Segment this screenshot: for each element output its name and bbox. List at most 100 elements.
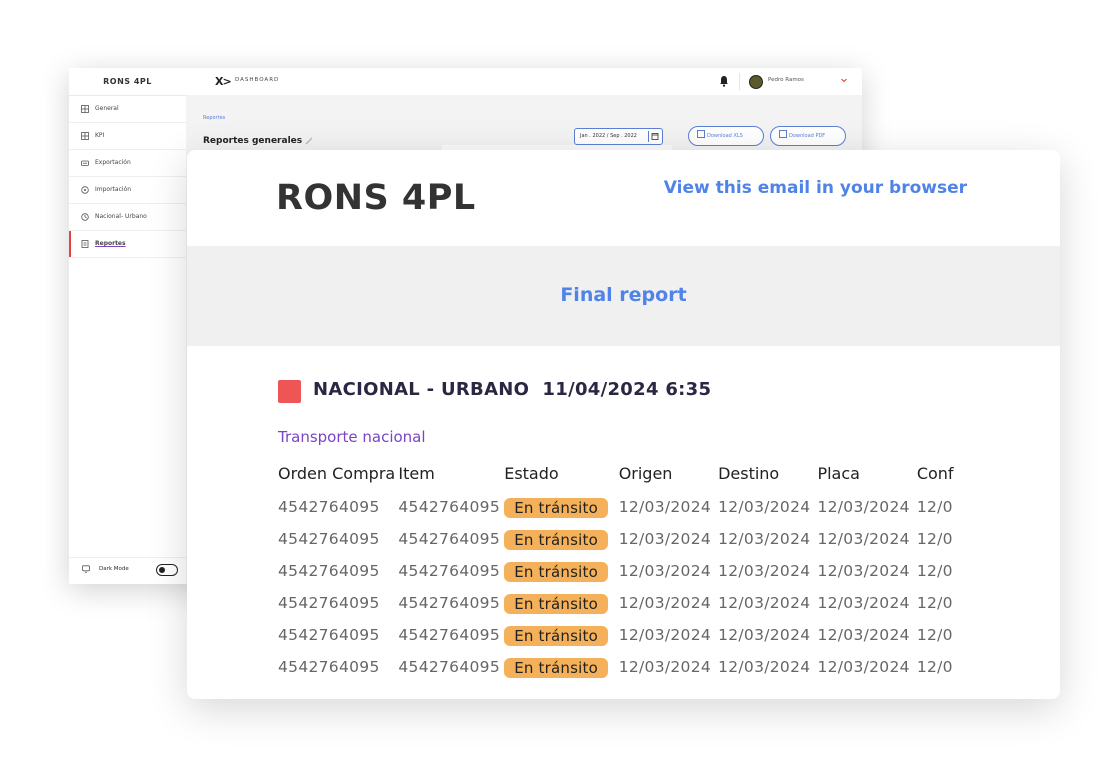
sidebar-item-nacional-urbano[interactable]: Nacional- Urbano (69, 204, 186, 231)
conf-cell: 12/0 (916, 658, 953, 676)
avatar[interactable] (749, 75, 763, 89)
status-badge: En tránsito (504, 658, 608, 678)
column-header: Placa (817, 464, 860, 483)
dark-mode-label: Dark Mode (99, 566, 129, 572)
date-range-value: Jan . 2022 / Sep . 2022 (580, 133, 637, 139)
status-badge: En tránsito (504, 626, 608, 646)
import-icon (81, 186, 89, 194)
section-title: NACIONAL - URBANO 11/04/2024 6:35 (313, 379, 711, 400)
report-title: Final report (560, 284, 687, 306)
origen-cell: 12/03/2024 (618, 594, 712, 612)
conf-cell: 12/0 (916, 498, 953, 516)
sidebar-item-general[interactable]: General (69, 96, 186, 123)
date-range-picker[interactable]: Jan . 2022 / Sep . 2022 (574, 128, 663, 145)
calendar-icon[interactable] (648, 131, 660, 142)
chevron-down-icon[interactable] (840, 76, 848, 84)
sidebar-item-label: Importación (95, 186, 132, 193)
section-name: NACIONAL - URBANO (313, 379, 530, 400)
conf-cell: 12/0 (916, 594, 953, 612)
table-row: 4542764095 4542764095 En tránsito 12/03/… (278, 498, 969, 530)
top-bar: X> DASHBOARD Pedro Ramos (186, 68, 862, 96)
clock-icon (81, 213, 89, 221)
column-header: Origen (618, 464, 673, 483)
conf-cell: 12/0 (916, 626, 953, 644)
origen-cell: 12/03/2024 (618, 562, 712, 580)
orden-cell: 4542764095 (278, 530, 380, 548)
email-brand: RONS 4PL (276, 178, 476, 218)
email-card: RONS 4PL View this email in your browser… (187, 150, 1060, 699)
breadcrumb[interactable]: Reportes (203, 115, 225, 121)
download-xls-label: Download XLS (707, 133, 743, 139)
estado-cell: En tránsito (504, 658, 618, 690)
item-cell: 4542764095 (398, 530, 500, 548)
sidebar-item-reportes[interactable]: Reportes (69, 231, 186, 258)
placa-cell: 12/03/2024 (817, 594, 910, 612)
section-subtitle: Transporte nacional (278, 428, 426, 446)
sidebar-item-label: General (95, 105, 119, 112)
divider (739, 73, 740, 90)
sidebar-item-label: KPI (95, 132, 105, 139)
view-in-browser-link[interactable]: View this email in your browser (664, 178, 967, 198)
sidebar-brand: RONS 4PL (69, 68, 186, 96)
monitor-icon (82, 565, 90, 573)
status-badge: En tránsito (504, 498, 608, 518)
column-header: Estado (504, 464, 559, 483)
item-cell: 4542764095 (398, 658, 500, 676)
placa-cell: 12/03/2024 (817, 562, 910, 580)
sidebar-item-exportacion[interactable]: Exportación (69, 150, 186, 177)
report-table-container: Orden Compra Item Estado Origen Destino … (278, 464, 969, 699)
column-header: Destino (718, 464, 780, 483)
section-datetime: 11/04/2024 6:35 (542, 379, 712, 400)
estado-cell: En tránsito (504, 498, 618, 530)
destino-cell: 12/03/2024 (718, 658, 811, 676)
page-title: Reportes generales (203, 136, 303, 146)
sidebar-item-importacion[interactable]: Importación (69, 177, 186, 204)
dashboard-title: DASHBOARD (235, 77, 280, 83)
table-header-row: Orden Compra Item Estado Origen Destino … (278, 464, 969, 498)
origen-cell: 12/03/2024 (618, 626, 712, 644)
bell-icon[interactable] (719, 75, 729, 87)
status-badge: En tránsito (504, 562, 608, 582)
dark-mode-toggle[interactable] (156, 564, 178, 576)
orden-cell: 4542764095 (278, 562, 380, 580)
user-name[interactable]: Pedro Ramos (768, 77, 804, 83)
table-row: 4542764095 4542764095 En tránsito 12/03/… (278, 594, 969, 626)
section-marker (278, 380, 301, 403)
download-xls-button[interactable]: Download XLS (688, 126, 764, 146)
table-row: 4542764095 4542764095 En tránsito 12/03/… (278, 658, 969, 690)
table-row: 4542764095 4542764095 En tránsito 12/03/… (278, 562, 969, 594)
dashboard-logo: X> (215, 75, 232, 88)
pencil-icon[interactable] (304, 136, 314, 146)
download-pdf-button[interactable]: Download PDF (770, 126, 846, 146)
origen-cell: 12/03/2024 (618, 658, 712, 676)
report-table: Orden Compra Item Estado Origen Destino … (278, 464, 969, 690)
column-header: Item (398, 464, 435, 483)
item-cell: 4542764095 (398, 594, 500, 612)
column-header: Orden Compra (278, 464, 396, 483)
origen-cell: 12/03/2024 (618, 498, 712, 516)
sidebar-item-label: Nacional- Urbano (95, 213, 147, 220)
column-header: Conf (916, 464, 954, 483)
orden-cell: 4542764095 (278, 626, 380, 644)
destino-cell: 12/03/2024 (718, 530, 811, 548)
placa-cell: 12/03/2024 (817, 658, 910, 676)
estado-cell: En tránsito (504, 626, 618, 658)
destino-cell: 12/03/2024 (718, 498, 811, 516)
conf-cell: 12/0 (916, 562, 953, 580)
placa-cell: 12/03/2024 (817, 626, 910, 644)
export-icon (81, 160, 89, 166)
destino-cell: 12/03/2024 (718, 626, 811, 644)
grid-icon (81, 105, 89, 113)
download-pdf-label: Download PDF (789, 133, 826, 139)
dark-mode-row: Dark Mode (69, 557, 186, 580)
table-row: 4542764095 4542764095 En tránsito 12/03/… (278, 626, 969, 658)
sidebar: RONS 4PL General KPI Exportación Importa… (69, 68, 187, 584)
conf-cell: 12/0 (916, 530, 953, 548)
report-icon (81, 240, 89, 248)
orden-cell: 4542764095 (278, 498, 380, 516)
table-row: 4542764095 4542764095 En tránsito 12/03/… (278, 530, 969, 562)
sidebar-item-label: Reportes (95, 240, 126, 247)
destino-cell: 12/03/2024 (718, 562, 811, 580)
sidebar-item-kpi[interactable]: KPI (69, 123, 186, 150)
placa-cell: 12/03/2024 (817, 498, 910, 516)
